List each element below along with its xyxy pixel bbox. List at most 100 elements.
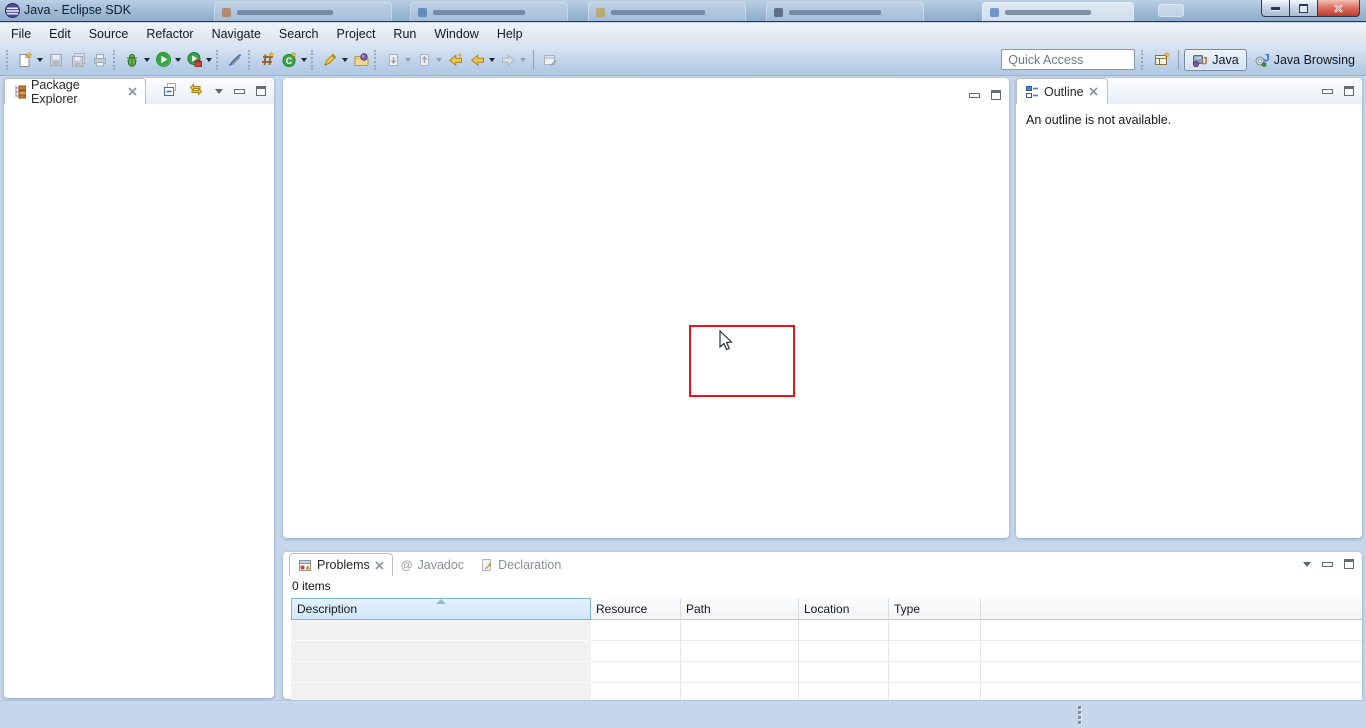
toolbar-drag-handle[interactable] <box>311 50 315 70</box>
browser-tab-ghost <box>766 2 924 21</box>
open-task-dropdown[interactable] <box>342 58 348 62</box>
maximize-view-button[interactable] <box>256 86 266 96</box>
view-menu-button[interactable] <box>215 89 223 94</box>
open-perspective-icon <box>1153 51 1171 68</box>
menu-item-refactor[interactable]: Refactor <box>137 25 202 43</box>
pin-editor-button[interactable] <box>539 48 561 72</box>
javadoc-icon: @ <box>401 558 413 572</box>
quick-access-input[interactable] <box>1001 49 1135 70</box>
perspective-java-button[interactable]: J Java <box>1184 49 1246 71</box>
column-header-type[interactable]: Type <box>889 598 981 620</box>
new-wizard-button[interactable] <box>14 48 36 72</box>
new-wizard-icon <box>17 51 34 68</box>
menu-item-navigate[interactable]: Navigate <box>203 25 270 43</box>
mark-occurrences-icon <box>227 52 243 68</box>
back-icon <box>469 52 486 68</box>
collapse-all-button[interactable] <box>162 82 177 100</box>
status-bar <box>0 700 1366 728</box>
forward-button[interactable] <box>497 48 519 72</box>
back-button[interactable] <box>466 48 488 72</box>
status-drag-handle[interactable] <box>1078 706 1081 724</box>
java-letter: J <box>1263 52 1269 64</box>
package-explorer-title: Package Explorer <box>31 78 123 106</box>
debug-button[interactable] <box>121 48 143 72</box>
menu-item-file[interactable]: File <box>2 25 40 43</box>
next-annotation-dropdown[interactable] <box>405 58 411 62</box>
package-explorer-content[interactable] <box>4 104 274 698</box>
tab-declaration[interactable]: Declaration <box>472 553 569 576</box>
run-dropdown[interactable] <box>175 58 181 62</box>
previous-annotation-dropdown[interactable] <box>436 58 442 62</box>
column-header-path[interactable]: Path <box>681 598 799 620</box>
open-type-icon <box>353 52 370 68</box>
column-header-description[interactable]: Description <box>291 598 591 620</box>
link-with-editor-button[interactable] <box>188 82 204 100</box>
column-header-location[interactable]: Location <box>799 598 889 620</box>
last-edit-location-button[interactable] <box>444 48 466 72</box>
menu-item-help[interactable]: Help <box>488 25 532 43</box>
menu-item-search[interactable]: Search <box>270 25 328 43</box>
tab-javadoc[interactable]: @ Javadoc <box>393 553 472 576</box>
new-class-button[interactable]: C <box>278 48 300 72</box>
menu-item-run[interactable]: Run <box>384 25 425 43</box>
class-letter: C <box>285 56 292 66</box>
outline-panel: Outline An outline is not available. <box>1016 78 1362 538</box>
new-wizard-dropdown[interactable] <box>37 58 43 62</box>
toolbar-drag-handle[interactable] <box>374 50 378 70</box>
back-dropdown[interactable] <box>489 58 495 62</box>
titlebar[interactable]: Java - Eclipse SDK <box>0 0 1366 22</box>
menu-item-window[interactable]: Window <box>425 25 487 43</box>
editor-area[interactable] <box>283 78 1009 538</box>
toolbar-drag-handle[interactable] <box>6 50 10 70</box>
run-button[interactable] <box>152 48 174 72</box>
menu-item-project[interactable]: Project <box>328 25 385 43</box>
open-type-button[interactable] <box>350 48 372 72</box>
debug-dropdown[interactable] <box>144 58 150 62</box>
maximize-view-button[interactable] <box>1344 86 1354 96</box>
outline-icon <box>1025 85 1039 99</box>
tab-problems[interactable]: Problems <box>289 553 393 576</box>
previous-annotation-button[interactable] <box>413 48 435 72</box>
close-view-icon[interactable] <box>128 87 137 96</box>
menu-item-source[interactable]: Source <box>80 25 138 43</box>
new-java-project-icon <box>259 51 276 68</box>
menu-item-edit[interactable]: Edit <box>40 25 80 43</box>
toolbar-drag-handle[interactable] <box>1141 50 1145 70</box>
new-java-project-button[interactable] <box>256 48 278 72</box>
restore-icon <box>1299 4 1308 13</box>
run-external-tools-button[interactable] <box>183 48 205 72</box>
toolbar-drag-handle[interactable] <box>248 50 252 70</box>
minimize-view-button[interactable] <box>1322 562 1333 567</box>
restore-button[interactable] <box>1290 0 1317 17</box>
package-explorer-header: Package Explorer <box>4 78 274 104</box>
run-external-tools-dropdown[interactable] <box>206 58 212 62</box>
minimize-view-button[interactable] <box>1322 89 1333 94</box>
view-menu-button[interactable] <box>1303 562 1311 567</box>
eclipse-logo-icon <box>5 3 20 21</box>
toolbar-drag-handle[interactable] <box>216 50 220 70</box>
close-button[interactable] <box>1317 0 1360 17</box>
perspective-java-browsing-button[interactable]: J Java Browsing <box>1247 50 1362 70</box>
outline-tab[interactable]: Outline <box>1016 78 1108 104</box>
save-all-button[interactable] <box>67 48 89 72</box>
new-class-dropdown[interactable] <box>301 58 307 62</box>
open-perspective-button[interactable] <box>1151 48 1173 72</box>
maximize-view-button[interactable] <box>1344 559 1354 569</box>
pin-editor-icon <box>542 52 558 68</box>
next-annotation-button[interactable] <box>382 48 404 72</box>
package-explorer-tab[interactable]: Package Explorer <box>4 78 146 104</box>
problems-panel: Problems @ Javadoc Declaration 0 items <box>283 552 1362 699</box>
close-view-icon[interactable] <box>375 561 384 570</box>
open-task-button[interactable] <box>319 48 341 72</box>
minimize-view-button[interactable] <box>234 89 245 94</box>
forward-dropdown[interactable] <box>520 58 526 62</box>
close-view-icon[interactable] <box>1089 87 1098 96</box>
maximize-editor-button[interactable] <box>991 90 1001 100</box>
minimize-editor-button[interactable] <box>969 93 980 98</box>
column-header-resource[interactable]: Resource <box>591 598 681 620</box>
mark-occurrences-toggle[interactable] <box>224 48 246 72</box>
print-button[interactable] <box>89 48 111 72</box>
save-button[interactable] <box>45 48 67 72</box>
minimize-button[interactable] <box>1261 0 1290 17</box>
toolbar-drag-handle[interactable] <box>113 50 117 70</box>
